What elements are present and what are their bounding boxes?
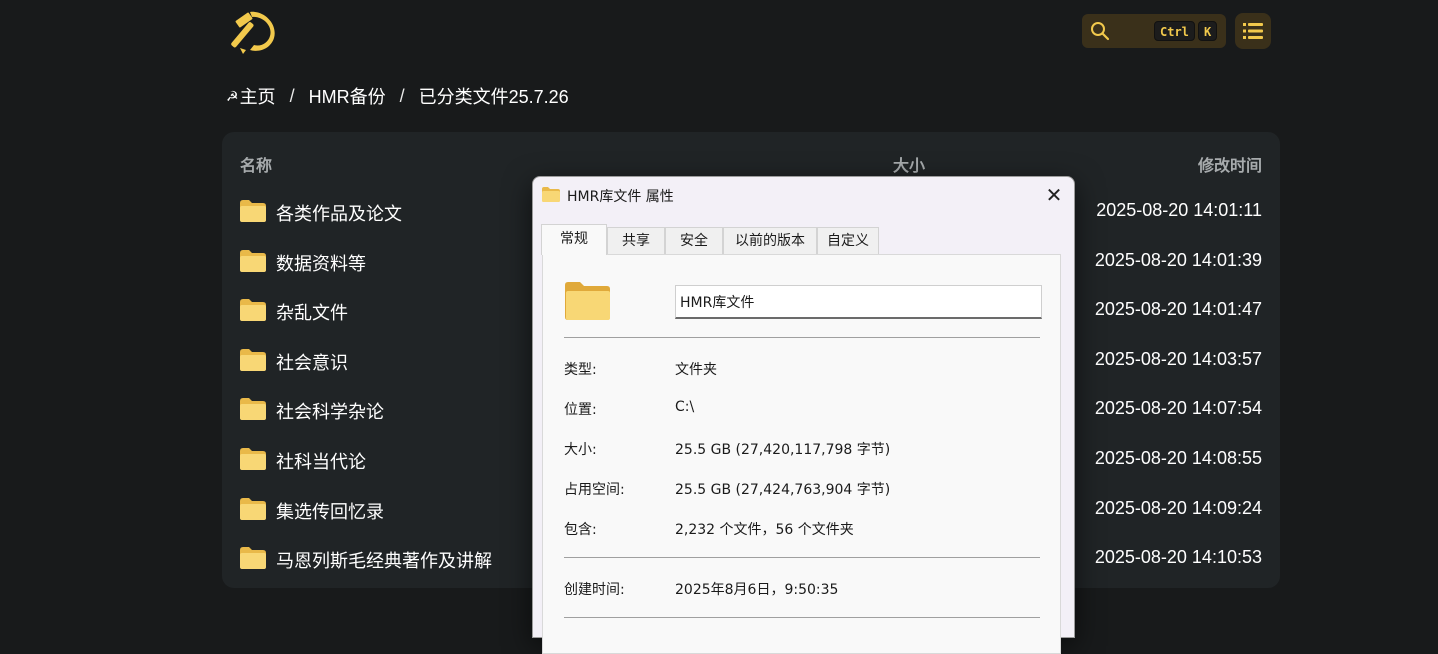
type-value: 文件夹 [675,362,717,378]
modified-time: 2025-08-20 14:01:47 [1094,299,1262,320]
size-label: 大小: [564,442,597,458]
home-icon: ☭ [226,87,239,104]
modified-time: 2025-08-20 14:07:54 [1094,398,1262,419]
folder-icon [240,200,266,222]
folder-icon [240,398,266,421]
folder-icon [240,348,266,371]
location-value: C:\ [675,399,695,415]
folder-name[interactable]: 集选传回忆录 [276,498,384,524]
modified-time: 2025-08-20 14:01:11 [1096,200,1262,220]
tab-security[interactable]: 安全 [665,227,723,254]
modified-time: 2025-08-20 14:03:57 [1094,348,1262,369]
modified-time: 2025-08-20 14:01:39 [1094,249,1262,270]
folder-name[interactable]: 各类作品及论文 [276,200,402,226]
location-label: 位置: [564,402,597,418]
contains-label: 包含: [564,522,597,538]
breadcrumb-home[interactable]: 主页 [240,83,276,109]
type-label: 类型: [564,362,597,378]
folder-name[interactable]: 马恩列斯毛经典著作及讲解 [276,547,492,573]
folder-icon [542,187,560,202]
folder-icon [240,547,266,570]
divider [564,617,1040,618]
created-value: 2025年8月6日，9:50:35 [675,582,839,598]
breadcrumb-separator: / [399,85,405,106]
search-icon [1091,22,1110,41]
tab-sharing[interactable]: 共享 [607,227,665,254]
shortcut-key-k: K [1198,21,1218,41]
folder-icon [240,299,266,322]
breadcrumb: ☭ 主页 / HMR备份 / 已分类文件25.7.26 [226,84,569,108]
hammer-sickle-logo-icon[interactable] [230,6,282,58]
breadcrumb-hmr-backup[interactable]: HMR备份 [309,83,386,109]
breadcrumb-separator: / [289,85,295,106]
folder-name[interactable]: 社会科学杂论 [276,398,384,424]
size-on-disk-value: 25.5 GB (27,424,763,904 字节) [675,482,891,498]
folder-name[interactable]: 数据资料等 [276,250,366,276]
modified-time: 2025-08-20 14:10:53 [1094,547,1262,568]
column-header-name[interactable]: 名称 [240,152,272,176]
properties-dialog: HMR库文件 属性 ✕ 常规 共享 安全 以前的版本 自定义 类型: 文件夹 位… [532,176,1075,654]
folder-name[interactable]: 社科当代论 [276,448,366,474]
size-on-disk-label: 占用空间: [564,482,625,498]
contains-value: 2,232 个文件，56 个文件夹 [675,522,854,538]
folder-icon [240,249,266,272]
shortcut-key-ctrl: Ctrl [1154,21,1195,41]
folder-name-field[interactable] [675,285,1042,319]
search-button[interactable]: Ctrl K [1082,14,1226,48]
modified-time: 2025-08-20 14:09:24 [1094,497,1262,518]
tab-customize[interactable]: 自定义 [817,227,879,254]
column-header-modified[interactable]: 修改时间 [1198,152,1262,176]
column-header-size[interactable]: 大小 [893,152,925,176]
divider [564,337,1040,338]
created-label: 创建时间: [564,582,625,598]
dialog-title: HMR库文件 属性 [567,189,674,205]
breadcrumb-current[interactable]: 已分类文件25.7.26 [419,83,569,109]
divider [564,557,1040,558]
folder-name[interactable]: 杂乱文件 [276,299,348,325]
modified-time: 2025-08-20 14:08:55 [1094,448,1262,468]
general-tab-panel: 类型: 文件夹 位置: C:\ 大小: 25.5 GB (27,420,117,… [542,254,1061,654]
close-icon[interactable]: ✕ [1037,179,1071,211]
folder-icon [240,448,266,470]
folder-name[interactable]: 社会意识 [276,349,348,375]
list-menu-icon [1243,23,1263,39]
tab-previous-versions[interactable]: 以前的版本 [723,227,817,254]
large-folder-icon [565,282,610,320]
folder-icon [240,497,266,520]
size-value: 25.5 GB (27,420,117,798 字节) [675,442,891,458]
menu-button[interactable] [1235,13,1271,49]
tab-general[interactable]: 常规 [541,224,607,255]
